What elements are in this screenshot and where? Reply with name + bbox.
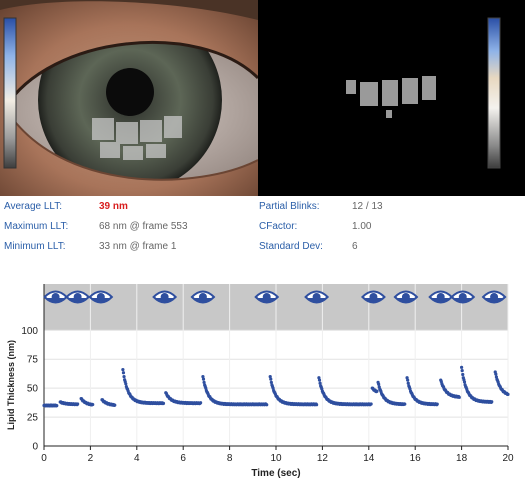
partial-blinks-label: Partial Blinks: xyxy=(259,201,320,212)
data-point xyxy=(375,389,379,393)
data-point xyxy=(55,404,59,408)
x-tick-label: 0 xyxy=(41,453,47,464)
eye-icon xyxy=(88,290,114,304)
eye-icon xyxy=(428,290,454,304)
data-point xyxy=(201,377,206,381)
standard-dev-value: 6 xyxy=(352,241,358,252)
data-point xyxy=(494,372,498,376)
lipid-thickness-chart: 0 25 50 75 100 0 2 4 6 8 10 12 14 16 18 20 Time (sec) Lip… xyxy=(6,284,514,479)
cfactor-value: 1.00 xyxy=(352,221,372,232)
data-point xyxy=(124,382,128,386)
eye-icon xyxy=(481,290,507,304)
eye-icon xyxy=(254,290,280,304)
y-tick-label: 100 xyxy=(21,326,38,337)
eye-image xyxy=(0,0,258,196)
data-point xyxy=(269,377,273,381)
colorbar-right xyxy=(487,17,501,169)
y-axis-label: Lipid Thickness (nm) xyxy=(6,340,16,430)
data-point xyxy=(506,392,510,396)
eye-icon xyxy=(450,290,476,304)
x-tick-label: 20 xyxy=(502,453,514,464)
interference-map xyxy=(258,0,525,196)
data-point xyxy=(460,365,464,369)
eye-image-panel xyxy=(0,0,258,196)
x-tick-label: 6 xyxy=(180,453,186,464)
partial-blinks-value: 12 / 13 xyxy=(352,201,383,212)
data-point xyxy=(457,395,461,399)
data-point xyxy=(121,368,125,372)
eye-icon xyxy=(393,290,419,304)
data-point xyxy=(406,378,410,382)
minimum-llt-label: Minimum LLT: xyxy=(4,241,66,252)
data-point xyxy=(315,403,319,407)
maximum-llt-label: Maximum LLT: xyxy=(4,221,69,232)
y-tick-label: 50 xyxy=(27,384,39,395)
x-tick-label: 18 xyxy=(456,453,468,464)
data-point xyxy=(269,380,273,384)
x-tick-label: 4 xyxy=(134,453,140,464)
average-llt-label: Average LLT: xyxy=(4,201,63,212)
colorbar-left xyxy=(3,17,17,169)
x-axis-label: Time (sec) xyxy=(251,468,300,479)
x-tick-label: 2 xyxy=(88,453,94,464)
data-point xyxy=(490,400,494,404)
data-point xyxy=(161,401,166,405)
data-point xyxy=(461,372,465,377)
x-tick-label: 12 xyxy=(317,453,329,464)
minimum-llt-value: 33 nm @ frame 1 xyxy=(99,241,177,252)
eye-icon xyxy=(152,290,178,304)
y-tick-label: 25 xyxy=(27,413,39,424)
eye-icon xyxy=(361,290,386,304)
data-point xyxy=(462,380,467,384)
data-point xyxy=(369,402,373,406)
cfactor-label: CFactor: xyxy=(259,221,298,232)
x-tick-label: 8 xyxy=(227,453,233,464)
y-tick-label: 0 xyxy=(32,442,38,453)
eye-icon xyxy=(43,290,69,304)
maximum-llt-value: 68 nm @ frame 553 xyxy=(99,221,188,232)
data-point xyxy=(199,401,203,405)
eye-icon xyxy=(65,290,91,304)
x-tick-label: 10 xyxy=(270,453,282,464)
metrics-panel: Average LLT: 39 nm Maximum LLT: 68 nm @ … xyxy=(0,198,525,258)
data-point xyxy=(403,402,407,406)
data-point xyxy=(377,382,381,386)
data-point xyxy=(122,374,126,379)
data-point xyxy=(91,402,95,407)
standard-dev-label: Standard Dev: xyxy=(259,241,323,252)
interference-map-panel xyxy=(258,0,525,196)
x-tick-label: 14 xyxy=(363,453,375,464)
data-point xyxy=(435,402,439,406)
y-tick-label: 75 xyxy=(27,355,39,366)
average-llt-value: 39 nm xyxy=(99,201,128,212)
data-point xyxy=(113,403,117,407)
data-point xyxy=(202,380,206,384)
data-point xyxy=(76,402,80,406)
data-point xyxy=(121,371,126,375)
data-point xyxy=(460,368,464,373)
x-tick-label: 16 xyxy=(410,453,422,464)
data-point xyxy=(265,403,269,407)
data-point xyxy=(317,378,322,382)
eye-icon xyxy=(304,290,330,304)
eye-icon xyxy=(190,290,216,304)
